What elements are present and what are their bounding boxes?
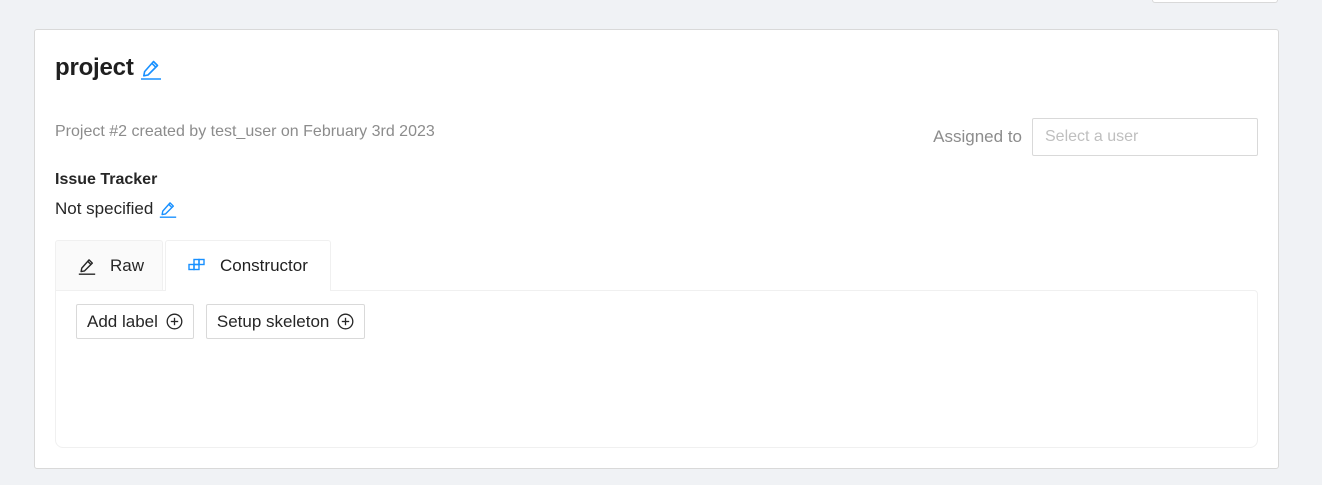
- blocks-icon: [188, 258, 206, 274]
- issue-tracker-heading: Issue Tracker: [55, 171, 158, 188]
- tab-raw-label: Raw: [110, 255, 145, 275]
- edit-issue-tracker-icon[interactable]: [159, 200, 177, 218]
- pencil-icon: [78, 257, 96, 275]
- setup-skeleton-button[interactable]: Setup skeleton: [205, 304, 366, 339]
- setup-skeleton-text: Setup skeleton: [216, 311, 330, 331]
- issue-tracker-value: Not specified: [55, 199, 154, 218]
- project-title: project: [55, 54, 134, 81]
- constructor-actions: Add label Setup skeleton: [76, 304, 377, 339]
- issue-tracker-row: Not specified: [55, 199, 177, 219]
- tab-constructor[interactable]: Constructor: [165, 240, 331, 291]
- label-editor-tabs: Raw Constructor Add label Setup skeleton: [55, 240, 1258, 448]
- assignee-field: Assigned to: [933, 118, 1258, 156]
- edit-title-icon[interactable]: [140, 58, 162, 80]
- add-label-button[interactable]: Add label: [76, 304, 194, 339]
- tab-raw[interactable]: Raw: [55, 240, 163, 290]
- add-label-text: Add label: [87, 311, 158, 331]
- project-meta: Project #2 created by test_user on Febru…: [55, 123, 435, 140]
- project-title-row: project: [55, 54, 162, 82]
- plus-circle-icon: [337, 313, 354, 330]
- plus-circle-icon: [166, 313, 183, 330]
- tab-constructor-label: Constructor: [220, 256, 308, 275]
- tab-bar: Raw Constructor: [55, 240, 331, 291]
- top-control-edge[interactable]: [1152, 0, 1278, 3]
- project-card: project Project #2 created by test_user …: [34, 29, 1279, 469]
- assigned-to-label: Assigned to: [933, 127, 1022, 146]
- user-select-input[interactable]: [1032, 118, 1258, 156]
- constructor-panel: Add label Setup skeleton: [55, 290, 1258, 448]
